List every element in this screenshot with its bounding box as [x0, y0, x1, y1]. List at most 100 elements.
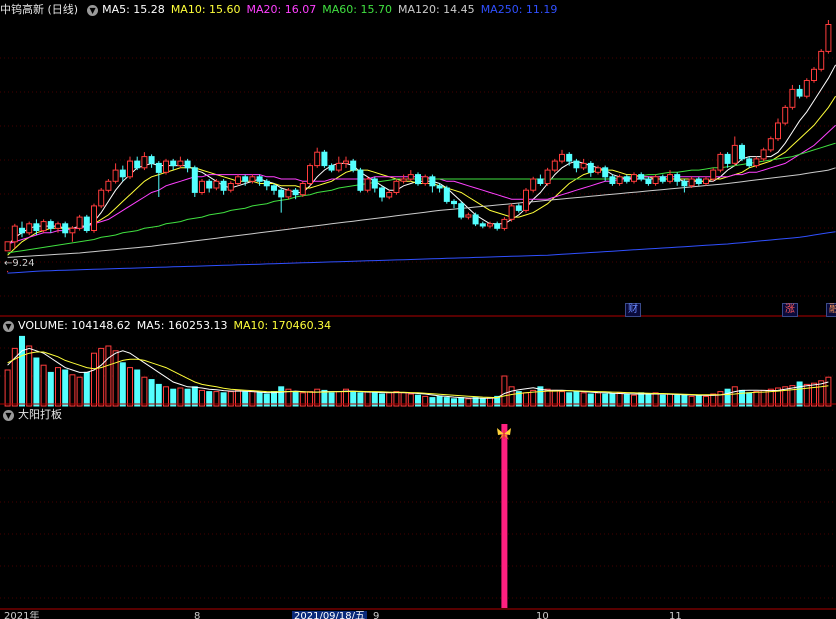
- candle-down: [566, 153, 573, 162]
- candle-down: [429, 176, 436, 187]
- volume-panel-header: ▼ VOLUME: 104148.62 MA5: 160253.13 MA10:…: [0, 318, 337, 334]
- volume-bar-down: [62, 369, 69, 407]
- signal-bars: [501, 424, 508, 608]
- volume-bar-down: [796, 381, 803, 407]
- candle-down: [350, 160, 357, 171]
- candle-down: [645, 178, 652, 184]
- candle-up: [112, 169, 119, 182]
- volume-bar-up: [465, 398, 472, 407]
- stock-title: 中钨高新 (日线): [0, 3, 79, 16]
- volume-bar-down: [451, 398, 457, 407]
- candle-up: [40, 221, 47, 232]
- volume-bar-up: [163, 386, 169, 407]
- candle-down: [278, 189, 285, 198]
- chevron-down-icon[interactable]: ▼: [3, 320, 14, 332]
- volume-bar-up: [141, 376, 148, 407]
- candle-up: [760, 149, 767, 160]
- chevron-down-icon[interactable]: ▼: [3, 409, 14, 421]
- event-marker-limit-up[interactable]: 涨: [782, 303, 798, 317]
- candle-down: [134, 160, 141, 169]
- x-label-3: 9: [373, 611, 380, 619]
- candle-up: [105, 180, 112, 191]
- candle-down: [458, 203, 465, 218]
- volume-ma5-label: MA5: 160253.13: [136, 319, 228, 332]
- candle-up: [782, 106, 789, 124]
- candle-down: [263, 180, 270, 187]
- candle-up: [335, 162, 342, 171]
- volume-ma10-label: MA10: 170460.34: [233, 319, 332, 332]
- x-label-5: 11: [669, 611, 682, 619]
- candle-down: [371, 178, 378, 189]
- candle-up: [299, 183, 306, 196]
- candle-up: [422, 176, 429, 185]
- stock-chart[interactable]: [0, 0, 836, 619]
- candle-up: [465, 214, 472, 218]
- ma10-label: MA10: 15.60: [170, 3, 241, 16]
- candle-up: [98, 189, 105, 207]
- event-marker-margin[interactable]: 融: [826, 303, 836, 317]
- candle-up: [199, 180, 205, 194]
- candle-down: [33, 223, 40, 232]
- candle-down: [494, 223, 501, 229]
- volume-bar-down: [19, 335, 25, 407]
- candle-down: [436, 185, 443, 189]
- indicator-label: 大阳打板: [18, 408, 62, 421]
- candle-down: [659, 176, 666, 182]
- candle-down: [415, 174, 421, 185]
- candle-up: [803, 80, 810, 97]
- chevron-down-icon[interactable]: ▼: [87, 4, 99, 16]
- candle-up: [551, 160, 558, 171]
- candle-down: [191, 167, 198, 193]
- volume-bar-up: [731, 386, 738, 407]
- candle-down: [724, 153, 731, 164]
- candle-up: [717, 153, 724, 171]
- candle-down: [62, 223, 69, 234]
- candle-up: [631, 174, 637, 182]
- candle-down: [256, 176, 263, 182]
- candle-down: [587, 162, 594, 173]
- candle-up: [508, 205, 515, 220]
- candle-up: [775, 122, 781, 140]
- candle-down: [220, 180, 227, 191]
- volume-bar-down: [458, 397, 465, 407]
- volume-bar-up: [422, 395, 429, 407]
- ma5-label: MA5: 15.28: [102, 3, 165, 16]
- indicator-panel-header: ▼ 大阳打板: [0, 407, 68, 423]
- candle-up: [386, 192, 393, 198]
- butterfly-icon: [496, 427, 512, 441]
- candle-up: [487, 223, 493, 227]
- candle-up: [213, 180, 220, 189]
- candle-up: [616, 176, 623, 185]
- candle-up: [559, 153, 565, 162]
- volume-bar-up: [11, 347, 18, 407]
- candle-up: [710, 169, 717, 180]
- volume-bar-down: [47, 371, 54, 407]
- candle-down: [170, 160, 177, 167]
- volume-bar-down: [134, 369, 141, 407]
- event-marker-finance[interactable]: 财: [625, 303, 641, 317]
- candle-down: [681, 180, 688, 187]
- candle-down: [443, 187, 450, 202]
- volume-bar-up: [825, 376, 832, 407]
- candle-up: [76, 216, 83, 229]
- volume-bar-down: [119, 362, 126, 407]
- volume-bar-down: [436, 395, 443, 407]
- volume-bar-down: [724, 388, 731, 407]
- volume-bar-up: [55, 367, 61, 407]
- volume-bar-up: [811, 382, 817, 407]
- candle-up: [753, 158, 760, 167]
- candle-down: [638, 174, 645, 180]
- candle-up: [55, 223, 61, 229]
- candle-up: [11, 225, 18, 243]
- candle-down: [674, 174, 681, 182]
- candle-down: [515, 205, 522, 211]
- candle-up: [789, 88, 796, 108]
- ma250-label: MA250: 11.19: [480, 3, 558, 16]
- candle-up: [141, 156, 148, 169]
- volume-bar-down: [148, 379, 155, 407]
- volume-bar-up: [69, 374, 76, 407]
- candle-down: [155, 162, 162, 173]
- candle-up: [314, 151, 321, 167]
- ma20-label: MA20: 16.07: [246, 3, 317, 16]
- candle-down: [321, 151, 328, 167]
